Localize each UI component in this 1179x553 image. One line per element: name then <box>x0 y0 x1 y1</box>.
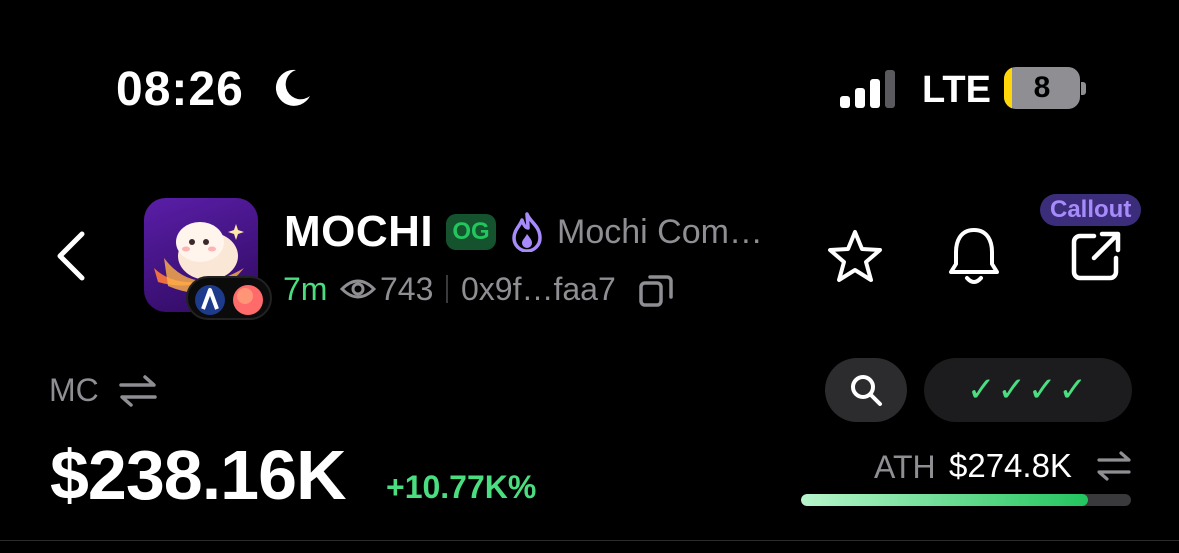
swap-icon[interactable] <box>118 374 158 408</box>
eye-icon <box>340 279 376 299</box>
ath-label: ATH <box>874 449 936 485</box>
market-cap-value: $238.16K <box>50 436 347 514</box>
battery-icon: 8 <box>1004 67 1080 109</box>
swap-icon[interactable] <box>1096 450 1132 482</box>
battery-tip <box>1081 82 1086 95</box>
battery-level: 8 <box>1033 71 1051 104</box>
contract-address[interactable]: 0x9f…faa7 <box>461 270 616 308</box>
star-icon[interactable] <box>826 228 884 286</box>
token-name: Mochi Com… <box>557 213 763 251</box>
share-icon[interactable] <box>1068 228 1124 284</box>
divider <box>0 540 1179 541</box>
audit-checks-button[interactable]: ✓✓✓✓ <box>924 358 1132 422</box>
ath-progress-bar <box>801 494 1131 506</box>
ath-value: $274.8K <box>949 447 1072 484</box>
divider <box>446 275 448 303</box>
copy-icon[interactable] <box>638 272 674 308</box>
ath-progress-fill <box>801 494 1089 506</box>
og-badge: OG <box>446 214 496 250</box>
status-time: 08:26 <box>116 63 244 116</box>
network-label: LTE <box>922 69 991 111</box>
market-cap-label: MC <box>49 372 99 408</box>
search-icon <box>851 375 882 406</box>
back-icon[interactable] <box>52 230 92 282</box>
search-button[interactable] <box>825 358 907 422</box>
token-symbol: MOCHI <box>284 207 434 256</box>
signal-icon <box>840 70 895 108</box>
market-cap-change: +10.77K% <box>386 469 537 505</box>
platform-badges <box>186 276 272 320</box>
view-count: 743 <box>380 271 434 307</box>
bell-icon[interactable] <box>946 226 1002 288</box>
callout-badge[interactable]: Callout <box>1040 194 1142 226</box>
moon-icon <box>275 69 310 106</box>
flame-icon <box>512 212 542 252</box>
token-age: 7m <box>283 271 328 307</box>
